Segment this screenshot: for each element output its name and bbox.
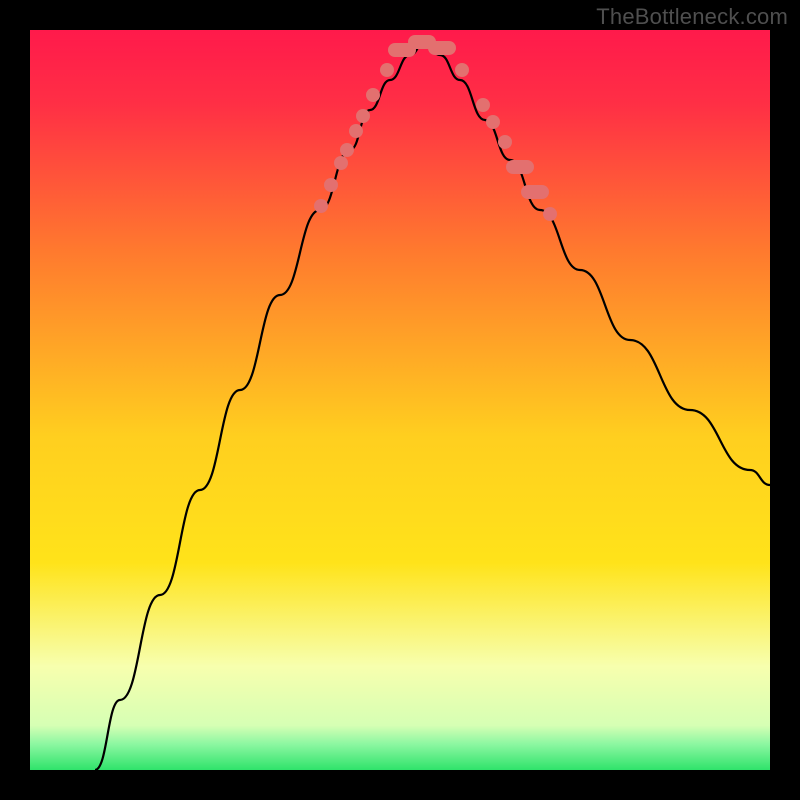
marker-dot — [498, 135, 512, 149]
marker-dot — [380, 63, 394, 77]
marker-dot — [366, 88, 380, 102]
marker-dot — [349, 124, 363, 138]
background-gradient — [30, 30, 770, 770]
marker-dot — [314, 199, 328, 213]
marker-dot — [455, 63, 469, 77]
marker-dot — [324, 178, 338, 192]
marker-dot — [486, 115, 500, 129]
marker-dot — [521, 185, 549, 199]
watermark-text: TheBottleneck.com — [596, 4, 788, 30]
marker-dot — [356, 109, 370, 123]
marker-dot — [543, 207, 557, 221]
marker-dot — [506, 160, 534, 174]
marker-dot — [334, 156, 348, 170]
marker-dot — [340, 143, 354, 157]
marker-dot — [428, 41, 456, 55]
plot-area — [30, 30, 770, 770]
marker-dot — [476, 98, 490, 112]
